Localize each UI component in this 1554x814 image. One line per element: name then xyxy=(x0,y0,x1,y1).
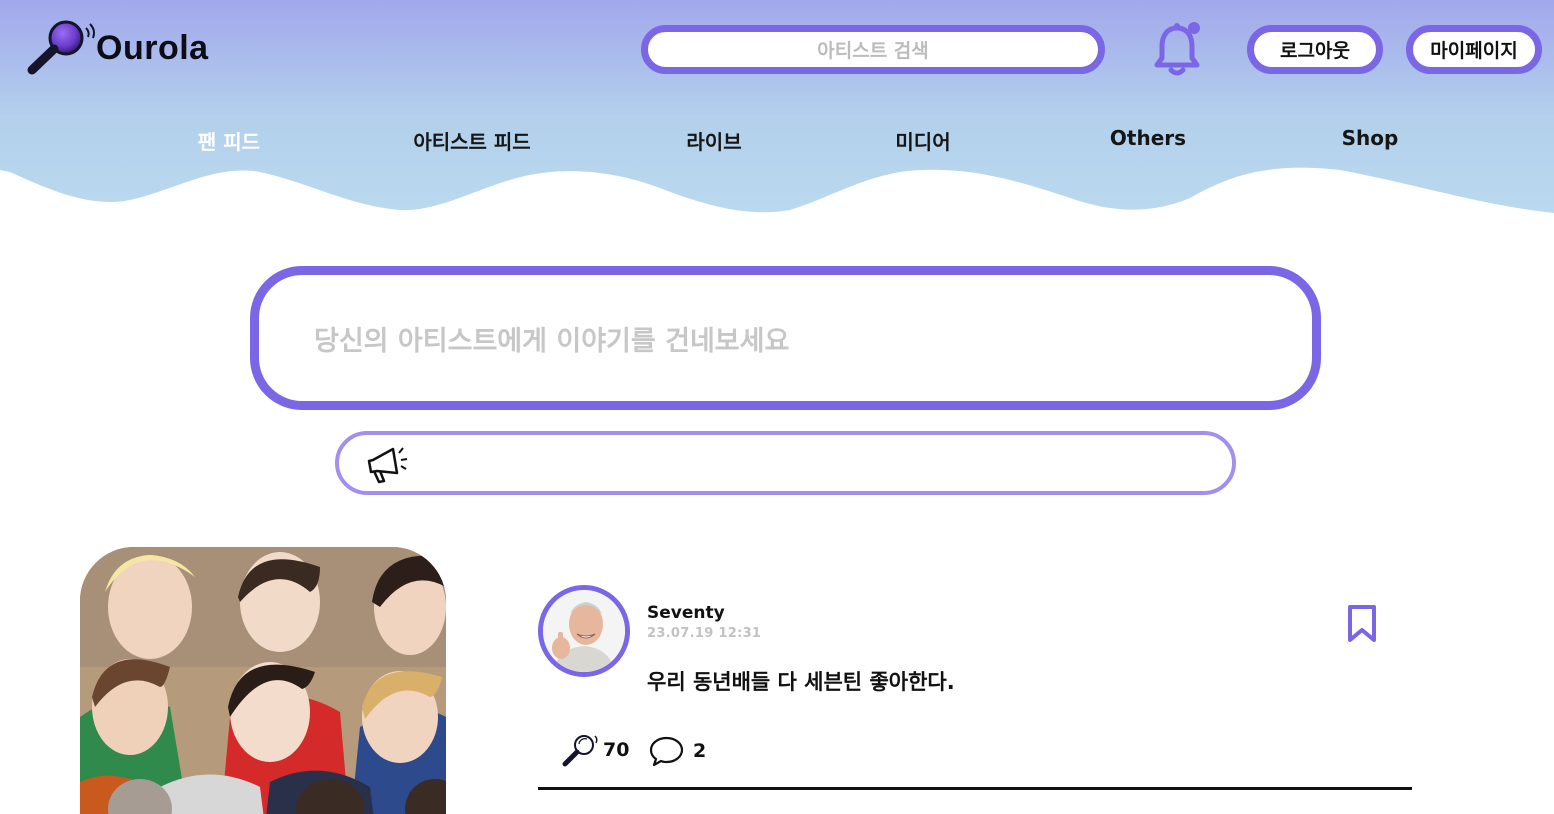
speech-bubble-icon xyxy=(649,736,684,767)
nav-others[interactable]: Others xyxy=(1110,126,1186,150)
artist-search-input[interactable]: 아티스트 검색 xyxy=(641,25,1105,74)
logo[interactable]: Ourola xyxy=(26,18,209,78)
logout-button[interactable]: 로그아웃 xyxy=(1247,25,1383,74)
notice-bar[interactable] xyxy=(335,431,1236,495)
nav-shop[interactable]: Shop xyxy=(1342,126,1399,150)
nav-media[interactable]: 미디어 xyxy=(895,126,950,155)
microphone-icon xyxy=(562,735,598,767)
post-divider xyxy=(538,787,1412,790)
author-avatar[interactable] xyxy=(538,585,630,677)
nav-fan-feed[interactable]: 팬 피드 xyxy=(198,126,260,155)
comment-button[interactable]: 2 xyxy=(649,734,706,768)
like-button[interactable]: 70 xyxy=(562,732,629,768)
bell-icon[interactable] xyxy=(1153,18,1203,78)
avatar-image xyxy=(543,590,625,672)
mypage-button[interactable]: 마이페이지 xyxy=(1406,25,1542,74)
post-timestamp: 23.07.19 12:31 xyxy=(647,626,762,641)
logo-text: Ourola xyxy=(96,28,209,67)
bookmark-icon[interactable] xyxy=(1346,604,1378,644)
post-composer-input[interactable]: 당신의 아티스트에게 이야기를 건네보세요 xyxy=(250,266,1321,410)
nav-live[interactable]: 라이브 xyxy=(686,126,741,155)
post-content: 우리 동년배들 다 세븐틴 좋아한다. xyxy=(647,670,955,694)
like-count: 70 xyxy=(603,739,630,761)
nav-artist-feed[interactable]: 아티스트 피드 xyxy=(413,126,530,155)
feed-photo[interactable] xyxy=(80,547,446,814)
microphone-logo-icon xyxy=(27,20,95,75)
site-header: Ourola 아티스트 검색 로그아웃 마이페이지 팬 피드 아티스트 피드 라… xyxy=(0,0,1554,215)
author-name[interactable]: Seventy xyxy=(647,603,725,623)
megaphone-icon xyxy=(367,447,408,484)
comment-count: 2 xyxy=(693,740,707,762)
group-photo-image xyxy=(80,547,446,814)
